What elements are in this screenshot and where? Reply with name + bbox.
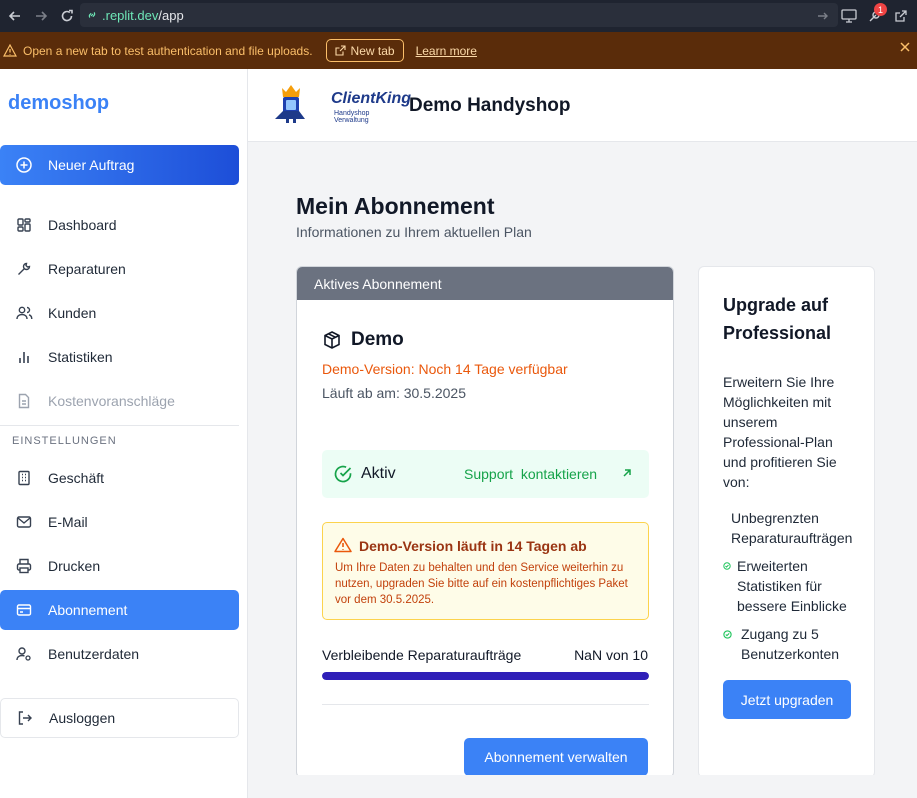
remaining-orders-label: Verbleibende Reparaturaufträge: [322, 647, 522, 663]
card-divider: [322, 704, 649, 705]
close-icon[interactable]: [899, 41, 911, 56]
external-open-icon[interactable]: [891, 6, 911, 26]
new-order-button[interactable]: Neuer Auftrag: [0, 145, 239, 185]
sidebar-item-drucken[interactable]: Drucken: [0, 546, 239, 586]
logout-icon: [17, 710, 35, 726]
check-circle-icon: [333, 464, 353, 484]
user-settings-icon: [16, 646, 34, 662]
devices-icon[interactable]: [839, 6, 859, 26]
upgrade-description: Erweitern Sie Ihre Möglichkeiten mit uns…: [723, 374, 837, 490]
demo-expiry-alert: Demo-Version läuft in 14 Tagen ab Um Ihr…: [322, 522, 649, 620]
upgrade-card: Upgrade auf Professional Erweitern Sie I…: [698, 266, 875, 778]
sidebar-item-kunden[interactable]: Kunden: [0, 293, 239, 333]
wrench-tools-icon[interactable]: 1: [865, 3, 887, 26]
notification-badge: 1: [874, 3, 887, 16]
alert-text: Um Ihre Daten zu behalten und den Servic…: [335, 562, 628, 606]
status-panel: Aktiv Support kontaktieren: [322, 450, 649, 498]
upgrade-now-button[interactable]: Jetzt upgraden: [723, 680, 851, 719]
link-icon: [88, 12, 96, 18]
browser-toolbar: .replit.dev/app 1: [0, 0, 917, 32]
check-icon: [723, 562, 731, 570]
dashboard-icon: [16, 217, 34, 233]
url-bar[interactable]: .replit.dev/app: [80, 3, 838, 27]
remaining-orders-value: NaN von 10: [574, 647, 648, 663]
mail-icon: [16, 514, 34, 530]
document-icon: [16, 393, 34, 409]
subscription-card-header: Aktives Abonnement: [297, 267, 673, 300]
printer-icon: [16, 558, 34, 574]
wrench-icon: [16, 261, 34, 277]
settings-section-label: EINSTELLUNGEN: [12, 435, 117, 447]
upgrade-title: Upgrade auf Professional: [723, 295, 832, 343]
building-icon: [16, 470, 34, 486]
page-title: Mein Abonnement: [296, 193, 495, 219]
url-text: .replit.dev/app: [102, 7, 184, 23]
external-link-icon: [334, 45, 346, 56]
learn-more-link[interactable]: Learn more: [416, 44, 477, 58]
warning-message: Open a new tab to test authentication an…: [23, 43, 313, 58]
expiry-date: Läuft ab am: 30.5.2025: [322, 385, 466, 401]
feature-item: Zugang zu 5 Benutzerkonten: [723, 624, 861, 664]
status-label: Aktiv: [361, 465, 396, 482]
king-mascot-icon: [275, 85, 305, 123]
remaining-orders-progress: [322, 672, 649, 680]
warning-triangle-icon: [334, 537, 352, 553]
reload-icon[interactable]: [56, 5, 78, 27]
sidebar-item-dashboard[interactable]: Dashboard: [0, 205, 239, 245]
support-contact-link[interactable]: Support kontaktieren: [464, 466, 631, 482]
sidebar-item-email[interactable]: E-Mail: [0, 502, 239, 542]
sidebar-item-benutzerdaten[interactable]: Benutzerdaten: [0, 634, 239, 674]
plus-circle-icon: [15, 156, 35, 174]
sidebar-item-geschaeft[interactable]: Geschäft: [0, 458, 239, 498]
progress-fill: [322, 672, 649, 680]
new-tab-button[interactable]: New tab: [325, 39, 404, 62]
feature-item: Unbegrenzten Reparaturaufträgen: [731, 510, 853, 546]
brand-name: ClientKing: [331, 90, 411, 107]
sidebar-item-reparaturen[interactable]: Reparaturen: [0, 249, 239, 289]
sidebar: demoshop Neuer Auftrag Dashboard Reparat…: [0, 69, 248, 798]
plan-name: Demo: [322, 329, 404, 351]
sidebar-item-kostenvoranschlaege[interactable]: Kostenvoranschläge: [0, 381, 239, 421]
dev-warning-banner: Open a new tab to test authentication an…: [0, 32, 917, 69]
credit-card-icon: [16, 602, 34, 618]
browser-actions: 1: [813, 0, 917, 32]
bar-chart-icon: [16, 349, 34, 365]
forward-icon[interactable]: [30, 5, 52, 27]
arrow-up-right-icon: [620, 466, 634, 480]
back-icon[interactable]: [4, 5, 26, 27]
check-icon: [723, 630, 732, 639]
brand-subtitle: Handyshop Verwaltung: [334, 110, 370, 124]
page-header: ClientKing Handyshop Verwaltung Demo Han…: [248, 69, 917, 142]
demo-notice: Demo-Version: Noch 14 Tage verfügbar: [322, 361, 568, 377]
alert-title: Demo-Version läuft in 14 Tagen ab: [359, 538, 587, 554]
sidebar-item-abonnement[interactable]: Abonnement: [0, 590, 239, 630]
page-bottom-area: [248, 775, 917, 798]
app-logo[interactable]: demoshop: [8, 92, 109, 115]
sidebar-divider: [0, 425, 239, 426]
page-subtitle: Informationen zu Ihrem aktuellen Plan: [296, 224, 532, 240]
shop-title: Demo Handyshop: [409, 95, 571, 116]
package-icon: [324, 331, 340, 349]
feature-item: Erweiterten Statistiken für bessere Einb…: [723, 556, 862, 616]
subscription-card: Aktives Abonnement Demo Demo-Version: No…: [296, 266, 674, 778]
manage-subscription-button[interactable]: Abonnement verwalten: [464, 738, 648, 776]
brand-logo[interactable]: ClientKing Handyshop Verwaltung: [272, 83, 411, 125]
go-arrow-icon[interactable]: [813, 6, 833, 26]
warning-icon: [3, 44, 17, 57]
users-icon: [16, 305, 34, 321]
logout-button[interactable]: Ausloggen: [0, 698, 239, 738]
sidebar-item-statistiken[interactable]: Statistiken: [0, 337, 239, 377]
